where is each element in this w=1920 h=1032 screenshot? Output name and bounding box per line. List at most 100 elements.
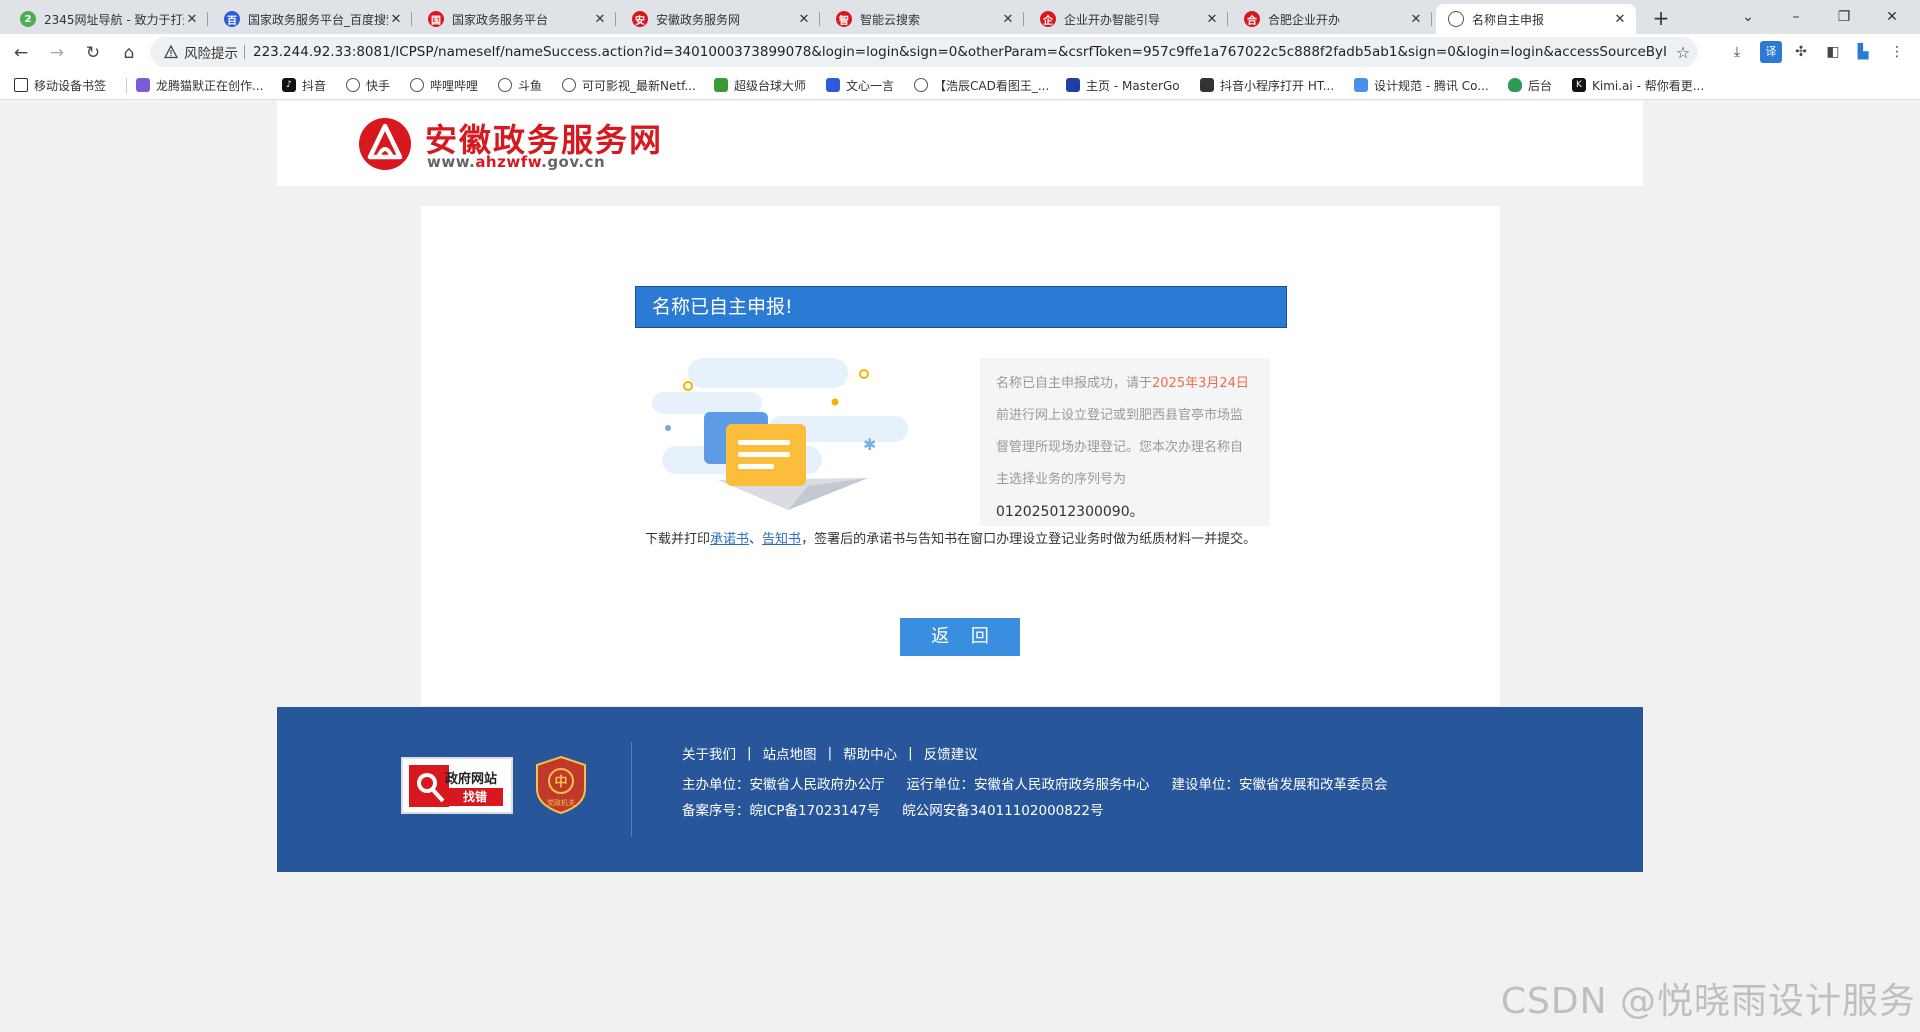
magnifier-icon: [409, 765, 449, 807]
url-text[interactable]: 223.244.92.33:8081/ICPSP/nameself/nameSu…: [253, 44, 1668, 60]
document-illustration-icon: ✱: [652, 358, 908, 510]
close-icon[interactable]: ✕: [1408, 12, 1424, 27]
back-arrow-icon[interactable]: ←: [8, 40, 34, 66]
bookmark-label: 设计规范 - 腾讯 Co...: [1374, 78, 1489, 93]
builder-unit: 建设单位：安徽省发展和改革委员会: [1171, 777, 1388, 793]
close-icon[interactable]: ✕: [184, 12, 200, 27]
badge-subtitle: 找错: [447, 788, 503, 806]
svg-text:✱: ✱: [863, 435, 876, 454]
bookmark-mastergo[interactable]: 主页 - MasterGo: [1066, 76, 1180, 94]
game-icon: [714, 78, 728, 92]
new-tab-button[interactable]: +: [1648, 6, 1674, 32]
bookmark-star-icon[interactable]: ☆: [1668, 43, 1698, 62]
tab-hefei-enterprise[interactable]: 合 合肥企业开办 ✕: [1232, 4, 1432, 34]
tab-enterprise-guide[interactable]: 企 企业开办智能引导 ✕: [1028, 4, 1228, 34]
gov-site-error-report-badge[interactable]: 政府网站 找错: [401, 757, 513, 814]
tab-2345[interactable]: 2 2345网址导航 - 致力于打造... ✕: [8, 4, 208, 34]
globe-icon: [1448, 11, 1464, 27]
footer-link-feedback[interactable]: 反馈建议: [924, 743, 978, 763]
close-icon[interactable]: ✕: [388, 12, 404, 27]
mastergo-icon: [1066, 78, 1080, 92]
bookmark-label: 【浩辰CAD看图王_...: [934, 78, 1050, 93]
menu-icon[interactable]: ⋮: [1886, 41, 1908, 63]
minimize-button[interactable]: –: [1776, 0, 1816, 34]
extensions-icon[interactable]: ✣: [1790, 41, 1812, 63]
translate-icon[interactable]: 译: [1760, 41, 1782, 63]
bookmark-kimi[interactable]: K Kimi.ai - 帮你看更...: [1572, 76, 1704, 94]
bookmark-tencent[interactable]: 设计规范 - 腾讯 Co...: [1354, 76, 1489, 94]
app-icon: [136, 78, 150, 92]
bookmark-label: 抖音小程序打开 HT...: [1220, 78, 1335, 93]
bookmark-label: 哔哩哔哩: [430, 78, 479, 93]
warning-icon[interactable]: [164, 45, 178, 59]
site-footer: 政府网站 找错 中 党政机关 关于我们 | 站点地图 | 帮助中心 | 反馈建议…: [277, 707, 1643, 872]
address-bar[interactable]: 风险提示 223.244.92.33:8081/ICPSP/nameself/n…: [150, 37, 1698, 67]
bookmark-wenxin[interactable]: 文心一言: [826, 76, 894, 94]
home-icon[interactable]: ⌂: [116, 40, 142, 66]
footer-org-info: 主办单位：安徽省人民政府办公厅 运行单位：安徽省人民政府政务服务中心 建设单位：安徽…: [682, 773, 1410, 793]
bookmark-label: 主页 - MasterGo: [1086, 78, 1180, 93]
bookmark-keke[interactable]: 可可影视_最新Netf...: [562, 76, 696, 94]
tab-favicon-icon: 智: [836, 11, 852, 27]
bookmark-label: 文心一言: [846, 78, 895, 93]
bookmark-bilibili[interactable]: 哔哩哔哩: [410, 76, 478, 94]
forward-arrow-icon[interactable]: →: [44, 40, 70, 66]
tab-title: 企业开办智能引导: [1064, 12, 1161, 27]
restore-button[interactable]: ❐: [1824, 0, 1864, 34]
tab-baidu[interactable]: 百 国家政务服务平台_百度搜索 ✕: [212, 4, 412, 34]
bookmark-douyin-mini[interactable]: 抖音小程序打开 HT...: [1200, 76, 1334, 94]
kimi-icon: K: [1572, 78, 1586, 92]
toolbar: ← → ↻ ⌂ 风险提示 223.244.92.33:8081/ICPSP/na…: [0, 34, 1920, 70]
bookmark-label: 快手: [366, 78, 391, 93]
bookmark-douyin[interactable]: ♪ 抖音: [282, 76, 326, 94]
bookmark-label: 斗鱼: [518, 78, 543, 93]
profile-icon[interactable]: ▙: [1852, 41, 1874, 63]
tab-title: 安徽政务服务网: [656, 12, 741, 27]
back-button[interactable]: 返 回: [900, 618, 1020, 656]
bookmark-backend[interactable]: 后台: [1508, 76, 1552, 94]
bookmark-mobile[interactable]: 移动设备书签: [14, 76, 106, 94]
commitment-letter-link[interactable]: 承诺书: [710, 532, 749, 547]
note-separator: 、: [749, 532, 763, 547]
download-icon[interactable]: ⤓: [1726, 41, 1748, 63]
close-window-button[interactable]: ✕: [1872, 0, 1912, 34]
close-icon[interactable]: ✕: [1612, 12, 1628, 27]
footer-record-info: 备案序号：皖ICP备17023147号 皖公网安备34011102000822号: [682, 799, 1126, 819]
globe-icon: [410, 78, 424, 92]
tab-title: 名称自主申报: [1472, 12, 1545, 27]
tab-smart-search[interactable]: 智 智能云搜索 ✕: [824, 4, 1024, 34]
bookmark-billiards[interactable]: 超级台球大师: [714, 76, 806, 94]
tab-name-declare[interactable]: 名称自主申报 ✕: [1436, 4, 1636, 34]
close-icon[interactable]: ✕: [592, 12, 608, 27]
wenxin-icon: [826, 78, 840, 92]
notice-letter-link[interactable]: 告知书: [762, 532, 801, 547]
bookmark-douyu[interactable]: 斗鱼: [498, 76, 542, 94]
bookmark-label: 超级台球大师: [734, 78, 807, 93]
tab-search-button[interactable]: ⌄: [1728, 0, 1768, 34]
close-icon[interactable]: ✕: [1000, 12, 1016, 27]
bookmark-kuaishou[interactable]: 快手: [346, 76, 390, 94]
risk-label[interactable]: 风险提示: [184, 42, 238, 62]
globe-icon: [914, 78, 928, 92]
bookmark-longteng[interactable]: 龙腾猫默正在创作...: [136, 76, 263, 94]
bookmark-cad[interactable]: 【浩辰CAD看图王_...: [914, 76, 1049, 94]
reload-icon[interactable]: ↻: [80, 40, 106, 66]
footer-link-about[interactable]: 关于我们: [682, 743, 736, 763]
tab-ahzwfw[interactable]: 安 安徽政务服务网 ✕: [620, 4, 820, 34]
tab-title: 智能云搜索: [860, 12, 921, 27]
watermark: CSDN @悦晓雨设计服务: [1500, 981, 1916, 1022]
site-logo-icon[interactable]: [358, 117, 412, 171]
close-icon[interactable]: ✕: [796, 12, 812, 27]
link-divider: |: [908, 745, 913, 761]
tab-favicon-icon: 企: [1040, 11, 1056, 27]
site-url-highlight: ahzwfw: [475, 153, 542, 171]
close-icon[interactable]: ✕: [1204, 12, 1220, 27]
police-record: 皖公网安备34011102000822号: [902, 803, 1104, 819]
note-text: 下载并打印: [645, 532, 711, 547]
sidebar-icon[interactable]: ◧: [1822, 41, 1844, 63]
footer-link-help[interactable]: 帮助中心: [843, 743, 897, 763]
tab-gov-platform[interactable]: 国 国家政务服务平台 ✕: [416, 4, 616, 34]
party-gov-agency-badge-icon[interactable]: 中 党政机关: [535, 755, 587, 815]
folder-icon: [14, 78, 28, 92]
footer-link-sitemap[interactable]: 站点地图: [763, 743, 817, 763]
